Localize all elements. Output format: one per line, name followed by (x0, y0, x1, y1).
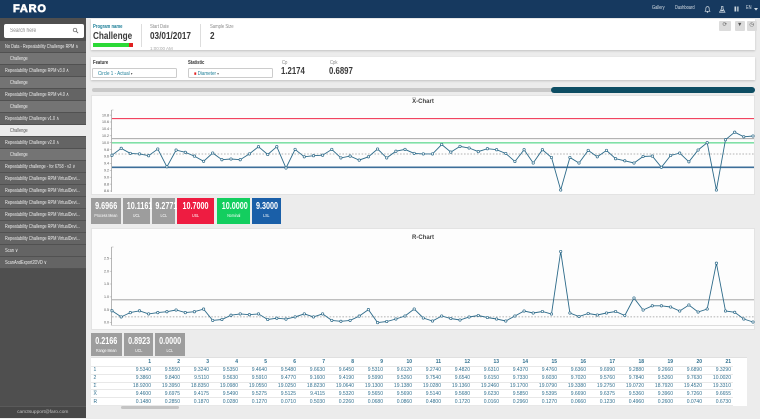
svg-text:10.8: 10.8 (102, 113, 109, 117)
svg-text:8.8: 8.8 (104, 182, 109, 186)
svg-text:1.5: 1.5 (104, 282, 109, 286)
svg-text:2.5: 2.5 (104, 257, 109, 261)
svg-text:0.0: 0.0 (104, 321, 109, 325)
svg-text:9.4: 9.4 (104, 162, 109, 166)
svg-text:10.6: 10.6 (102, 120, 109, 124)
svg-text:10.2: 10.2 (102, 134, 109, 138)
svg-text:1.0: 1.0 (104, 295, 109, 299)
svg-text:8.6: 8.6 (104, 189, 109, 193)
svg-text:10.4: 10.4 (102, 127, 109, 131)
svg-text:9.8: 9.8 (104, 148, 109, 152)
svg-text:10.0: 10.0 (102, 141, 109, 145)
svg-text:0.5: 0.5 (104, 308, 109, 312)
svg-text:2.0: 2.0 (104, 269, 109, 273)
svg-text:9.2: 9.2 (104, 169, 109, 173)
svg-text:9.6: 9.6 (104, 155, 109, 159)
svg-text:9.0: 9.0 (104, 175, 109, 179)
